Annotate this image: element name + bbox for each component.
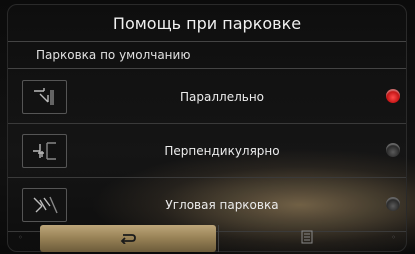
- bottom-bar: ◦ ◦: [8, 225, 406, 252]
- radio-button[interactable]: [386, 143, 400, 157]
- parking-assist-screen: Помощь при парковке Парковка по умолчани…: [0, 0, 415, 254]
- corner-indicator-right: ◦: [391, 233, 396, 242]
- corner-indicator-left: ◦: [18, 233, 23, 242]
- option-label: Угловая парковка: [165, 197, 279, 212]
- menu-list-icon: [301, 229, 313, 248]
- menu-button[interactable]: [218, 225, 395, 252]
- radio-button[interactable]: [386, 197, 400, 211]
- option-row-angle[interactable]: Угловая парковка: [8, 178, 406, 232]
- radio-button-selected[interactable]: [386, 89, 400, 103]
- back-button[interactable]: [40, 225, 216, 252]
- option-label: Параллельно: [180, 89, 264, 104]
- page-title: Помощь при парковке: [8, 5, 406, 42]
- option-row-perpendicular[interactable]: Перпендикулярно: [8, 124, 406, 178]
- back-arrow-icon: [119, 229, 137, 248]
- perpendicular-parking-icon: [22, 134, 67, 168]
- angle-parking-icon: [22, 188, 67, 222]
- parallel-parking-icon: [22, 80, 67, 114]
- section-subtitle: Парковка по умолчанию: [8, 42, 406, 69]
- option-label: Перпендикулярно: [164, 143, 280, 158]
- option-row-parallel[interactable]: Параллельно: [8, 70, 406, 124]
